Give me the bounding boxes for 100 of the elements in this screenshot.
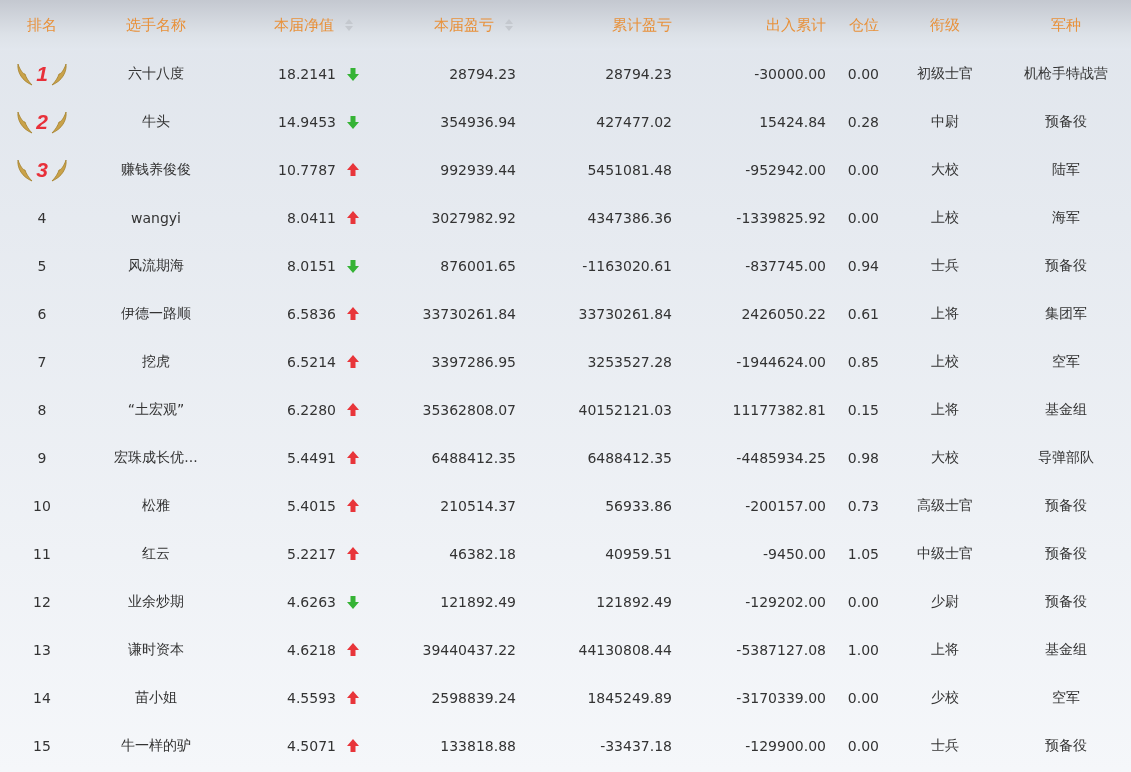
table-cell: 6488412.35	[587, 450, 672, 466]
table-cell: 39440437.22	[422, 642, 516, 658]
table-cell: 预备役	[1044, 497, 1087, 515]
table-cell: 40959.51	[605, 546, 672, 562]
table-cell: 0.73	[847, 498, 879, 514]
table-cell: 0.00	[847, 66, 879, 82]
table-cell: 0.28	[847, 114, 879, 130]
column-header: 选手名称	[126, 15, 186, 35]
table-cell: 8.0411	[287, 210, 336, 226]
table-cell: 33730261.84	[578, 306, 672, 322]
table-cell: 3397286.95	[431, 354, 516, 370]
rank-number: 7	[37, 354, 47, 370]
table-cell: 4.6218	[287, 642, 336, 658]
column-header: 仓位	[849, 15, 879, 35]
table-cell: -1339825.92	[736, 210, 826, 226]
sort-icon[interactable]	[344, 18, 354, 32]
table-cell: 8.0151	[287, 258, 336, 274]
table-cell: 预备役	[1044, 737, 1087, 755]
rank-number: 15	[33, 738, 51, 754]
table-cell: -30000.00	[754, 66, 826, 82]
table-cell: 6.5214	[287, 354, 336, 370]
table-cell: 中尉	[931, 113, 959, 131]
column-header[interactable]: 本届盈亏	[434, 15, 494, 35]
column-header: 出入累计	[766, 15, 826, 35]
player-name: 挖虎	[142, 353, 170, 371]
table-cell: -1944624.00	[736, 354, 826, 370]
table-cell: 1.00	[847, 642, 879, 658]
table-cell: 354936.94	[440, 114, 516, 130]
rank-number: 11	[33, 546, 51, 562]
player-name: “土宏观”	[127, 401, 185, 419]
table-cell: -5387127.08	[736, 642, 826, 658]
table-cell: 121892.49	[596, 594, 672, 610]
rank-number: 8	[37, 402, 47, 418]
player-name: 红云	[142, 545, 170, 563]
player-name: 牛一样的驴	[121, 737, 191, 755]
table-cell: 预备役	[1044, 545, 1087, 563]
table-cell: 992939.44	[440, 162, 516, 178]
sort-icon[interactable]	[504, 18, 514, 32]
rank-number: 3	[36, 158, 48, 182]
table-cell: 空军	[1051, 353, 1080, 371]
table-cell: 0.00	[847, 594, 879, 610]
table-cell: -9450.00	[763, 546, 826, 562]
table-cell: 46382.18	[449, 546, 516, 562]
rank-number: 12	[33, 594, 51, 610]
table-cell: 导弹部队	[1037, 449, 1094, 467]
column-header: 累计盈亏	[612, 15, 672, 35]
column-header[interactable]: 本届净值	[274, 15, 334, 35]
table-cell: 0.00	[847, 210, 879, 226]
table-cell: -4485934.25	[736, 450, 826, 466]
player-name: wangyi	[131, 210, 181, 226]
table-cell: 陆军	[1051, 161, 1080, 179]
table-cell: 基金组	[1044, 401, 1087, 419]
table-cell: 5451081.48	[587, 162, 672, 178]
table-cell: 0.61	[847, 306, 879, 322]
table-cell: 10.7787	[278, 162, 336, 178]
wing-icon	[49, 110, 68, 134]
table-cell: 高级士官	[917, 497, 973, 515]
table-cell: 上将	[931, 305, 959, 323]
table-cell: 5.4491	[287, 450, 336, 466]
wing-icon	[49, 62, 68, 86]
column-header: 军种	[1050, 15, 1081, 35]
table-cell: 0.94	[847, 258, 879, 274]
table-cell: 15424.84	[759, 114, 826, 130]
player-name: 松雅	[142, 497, 170, 515]
rank-number: 4	[37, 210, 47, 226]
table-cell: 士兵	[931, 737, 959, 755]
table-cell: 0.98	[847, 450, 879, 466]
table-cell: -200157.00	[745, 498, 826, 514]
table-cell: 大校	[931, 449, 959, 467]
table-cell: 基金组	[1044, 641, 1087, 659]
rank-number: 9	[37, 450, 47, 466]
column-header: 排名	[27, 15, 57, 35]
rank-number: 13	[33, 642, 51, 658]
table-cell: 上校	[931, 353, 959, 371]
table-cell: 中级士官	[917, 545, 973, 563]
table-cell: 5.2217	[287, 546, 336, 562]
table-cell: 28794.23	[449, 66, 516, 82]
table-cell: 2598839.24	[431, 690, 516, 706]
table-cell: 预备役	[1044, 257, 1087, 275]
table-cell: 4.6263	[287, 594, 336, 610]
player-name: 牛头	[142, 113, 170, 131]
table-cell: 初级士官	[917, 65, 973, 83]
table-cell: 18.2141	[278, 66, 336, 82]
table-cell: 133818.88	[440, 738, 516, 754]
table-cell: 1845249.89	[587, 690, 672, 706]
table-cell: 40152121.03	[578, 402, 672, 418]
table-cell: 0.00	[847, 690, 879, 706]
table-cell: 3253527.28	[587, 354, 672, 370]
table-cell: 机枪手特战营	[1023, 65, 1108, 83]
table-cell: 4.5593	[287, 690, 336, 706]
table-cell: 士兵	[931, 257, 959, 275]
table-cell: 集团军	[1044, 305, 1087, 323]
player-name: 六十八度	[128, 65, 184, 83]
table-cell: -837745.00	[745, 258, 826, 274]
table-cell: 121892.49	[440, 594, 516, 610]
table-cell: 预备役	[1044, 593, 1087, 611]
table-cell: 上校	[931, 209, 959, 227]
table-cell: 4347386.36	[587, 210, 672, 226]
player-name: 伊德一路顺	[121, 305, 191, 323]
table-cell: 少尉	[931, 593, 959, 611]
